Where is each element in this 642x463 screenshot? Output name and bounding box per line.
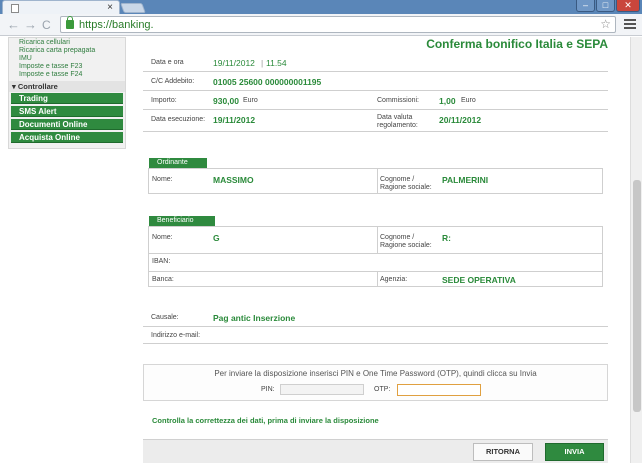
beneficiario-surname-value: R: xyxy=(442,233,451,243)
beneficiario-surname-label-2: Ragione sociale: xyxy=(380,242,432,249)
minimize-button[interactable]: – xyxy=(576,0,595,12)
ordinante-surname-value: PALMERINI xyxy=(442,175,489,185)
page-icon xyxy=(11,4,19,13)
vertical-scrollbar[interactable] xyxy=(630,37,642,463)
commission-unit: Euro xyxy=(461,97,476,104)
valuta-label-2: regolamento: xyxy=(377,122,418,129)
valuta-value: 20/11/2012 xyxy=(439,115,482,125)
star-icon[interactable]: ☆ xyxy=(600,17,611,32)
date-label: Data e ora xyxy=(151,59,184,66)
send-button[interactable]: INVIA xyxy=(545,443,604,461)
menu-icon[interactable] xyxy=(624,19,636,30)
ordinante-box: Nome: MASSIMO Cognome / Ragione sociale:… xyxy=(148,168,603,194)
ordinante-name-label: Nome: xyxy=(152,176,173,183)
account-label: C/C Addebito: xyxy=(151,78,195,85)
beneficiario-name-value: G xyxy=(213,233,220,243)
sidebar: Ricarica cellulari Ricarica carta prepag… xyxy=(8,37,126,149)
verify-warning: Controlla la correttezza dei dati, prima… xyxy=(152,416,379,425)
pin-input[interactable] xyxy=(280,384,364,395)
sidebar-section-controllare[interactable]: ▾ Controllare xyxy=(9,81,125,92)
page-viewport: Ricarica cellulari Ricarica carta prepag… xyxy=(0,37,630,463)
lock-icon xyxy=(66,16,74,29)
sidebar-button-acquista[interactable]: Acquista Online xyxy=(11,132,123,143)
causale-value: Pag antic Inserzione xyxy=(213,313,296,323)
agency-label: Agenzia: xyxy=(380,276,408,283)
ordinante-surname-label-1: Cognome / xyxy=(380,176,415,183)
valuta-label-1: Data valuta xyxy=(377,114,413,121)
sidebar-button-sms-alert[interactable]: SMS Alert xyxy=(11,106,123,117)
beneficiario-tag: Beneficiario xyxy=(149,216,215,226)
maximize-button[interactable]: □ xyxy=(596,0,615,12)
exec-label: Data esecuzione: xyxy=(151,116,206,123)
email-label: Indirizzo e-mail: xyxy=(151,332,201,339)
action-bar: RITORNA INVIA xyxy=(143,439,608,463)
otp-input[interactable] xyxy=(397,384,481,396)
sidebar-link-f24[interactable]: Imposte e tasse F24 xyxy=(19,71,125,79)
sidebar-link-ricarica-cellulari[interactable]: Ricarica cellulari xyxy=(19,39,125,47)
otp-instruction: Per inviare la disposizione inserisci PI… xyxy=(214,369,537,378)
sidebar-link-f23[interactable]: Imposte e tasse F23 xyxy=(19,63,125,71)
back-arrow-icon[interactable]: ← xyxy=(7,16,20,34)
date-separator: | xyxy=(261,58,264,68)
back-button[interactable]: RITORNA xyxy=(473,443,533,461)
sidebar-link-ricarica-carta[interactable]: Ricarica carta prepagata xyxy=(19,47,125,55)
row-dates: Data esecuzione: 19/11/2012 Data valuta … xyxy=(143,110,608,132)
iban-label: IBAN: xyxy=(152,258,171,265)
row-causale: Causale: Pag antic Inserzione xyxy=(143,307,608,327)
causale-label: Causale: xyxy=(151,314,179,321)
exec-value: 19/11/2012 xyxy=(213,115,256,125)
close-window-button[interactable]: ✕ xyxy=(616,0,640,12)
scrollbar-thumb[interactable] xyxy=(633,180,641,412)
account-value: 01005 25600 000000001195 xyxy=(213,77,322,87)
sidebar-button-trading[interactable]: Trading xyxy=(11,93,123,104)
new-tab-button[interactable] xyxy=(120,3,146,13)
page-title: Conferma bonifico Italia e SEPA xyxy=(426,37,608,51)
amount-unit: Euro xyxy=(243,97,258,104)
window-titlebar: × – □ ✕ xyxy=(0,0,642,14)
commission-label: Commissioni: xyxy=(377,97,420,104)
address-bar[interactable]: https://banking. ☆ xyxy=(60,16,616,33)
beneficiario-box: Nome: G Cognome / Ragione sociale: R: IB… xyxy=(148,226,603,287)
agency-value: SEDE OPERATIVA xyxy=(442,275,516,285)
sidebar-link-imu[interactable]: IMU xyxy=(19,55,125,63)
url-text[interactable]: https://banking. xyxy=(79,18,154,32)
reload-icon[interactable]: C xyxy=(42,16,51,34)
commission-value: 1,00 xyxy=(439,96,456,106)
row-amount: Importo: 930,00 Euro Commissioni: 1,00 E… xyxy=(143,91,608,110)
ordinante-surname-label-2: Ragione sociale: xyxy=(380,184,432,191)
beneficiario-surname-label-1: Cognome / xyxy=(380,234,415,241)
close-tab-icon[interactable]: × xyxy=(107,1,113,14)
otp-panel: Per inviare la disposizione inserisci PI… xyxy=(143,364,608,401)
bank-label: Banca: xyxy=(152,276,174,283)
time-value: 11.54 xyxy=(266,58,287,68)
row-date: Data e ora 19/11/2012 | 11.54 xyxy=(143,52,608,72)
otp-label: OTP: xyxy=(374,386,391,393)
date-value: 19/11/2012 xyxy=(213,58,255,68)
amount-value: 930,00 xyxy=(213,96,239,106)
amount-label: Importo: xyxy=(151,97,177,104)
ordinante-tag: Ordinante xyxy=(149,158,207,168)
beneficiario-name-label: Nome: xyxy=(152,234,173,241)
row-account: C/C Addebito: 01005 25600 000000001195 xyxy=(143,72,608,91)
ordinante-name-value: MASSIMO xyxy=(213,175,254,185)
browser-toolbar: ← → C https://banking. ☆ xyxy=(0,14,642,36)
row-email: Indirizzo e-mail: xyxy=(143,327,608,344)
forward-arrow-icon[interactable]: → xyxy=(24,16,37,34)
pin-label: PIN: xyxy=(261,386,275,393)
browser-tab[interactable]: × xyxy=(2,0,120,14)
sidebar-button-documenti[interactable]: Documenti Online xyxy=(11,119,123,130)
